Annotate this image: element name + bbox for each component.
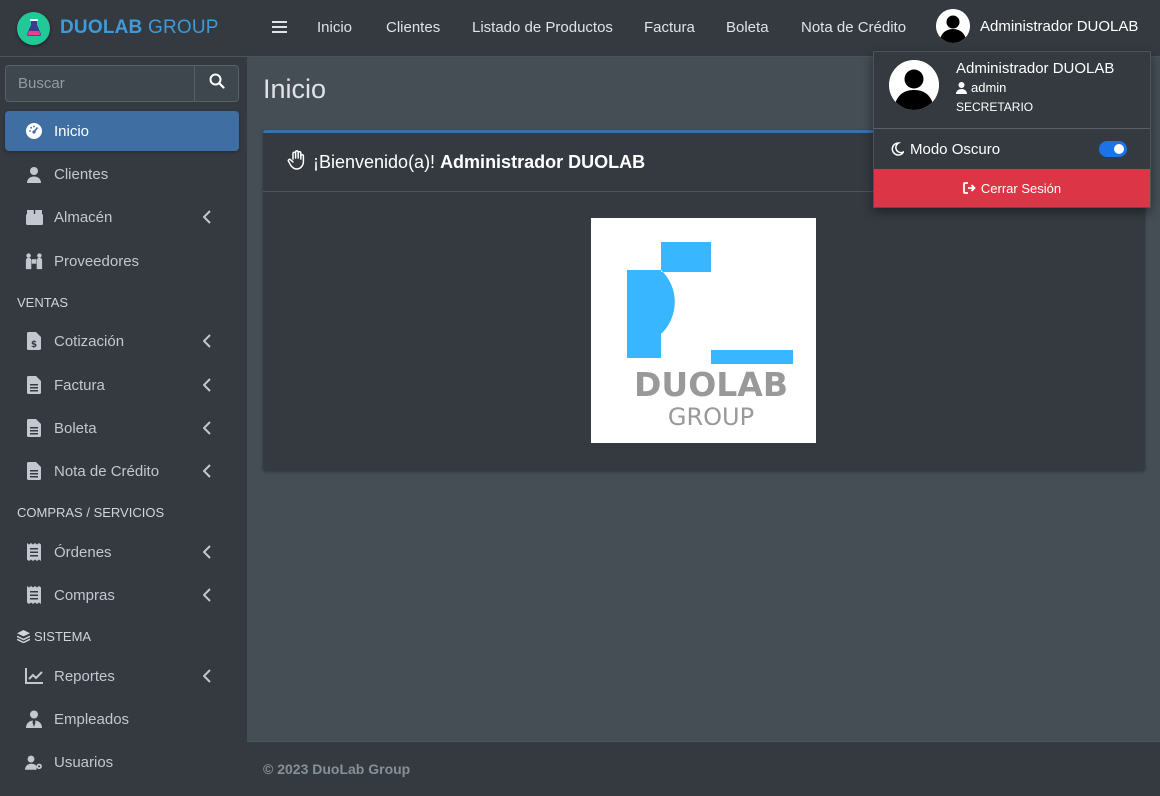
sidebar-item-cotizacion[interactable]: $ Cotización	[5, 321, 239, 361]
sidebar-item-label: Cotización	[54, 332, 125, 350]
sidebar-item-label: Boleta	[54, 419, 97, 437]
chevron-left-icon	[202, 421, 211, 439]
hamburger-menu-icon[interactable]	[272, 20, 287, 39]
layers-icon	[17, 630, 30, 643]
dark-mode-row: Modo Oscuro	[874, 129, 1150, 169]
chevron-left-icon	[202, 334, 211, 352]
sidebar-item-label: Reportes	[54, 667, 115, 685]
company-logo: DUOLAB GROUP	[591, 218, 816, 443]
user-icon	[25, 165, 43, 183]
file-alt-icon	[25, 376, 43, 394]
search-button[interactable]	[194, 65, 239, 102]
dashboard-icon	[25, 122, 43, 140]
profile-name: Administrador DUOLAB	[956, 60, 1115, 77]
hand-wave-icon	[287, 149, 307, 175]
sidebar-item-label: Factura	[54, 376, 105, 394]
sidebar-item-usuarios[interactable]: Usuarios	[5, 742, 239, 782]
sidebar-item-boleta[interactable]: Boleta	[5, 408, 239, 448]
logo-text-duolab: DUOLAB	[634, 365, 788, 404]
sidebar-item-label: Compras	[54, 586, 115, 604]
topnav-link-nota-credito[interactable]: Nota de Crédito	[801, 19, 906, 36]
file-alt-icon	[25, 419, 43, 437]
sidebar-search	[5, 65, 239, 102]
sidebar-item-almacen[interactable]: Almacén	[5, 197, 239, 237]
sidebar-item-inicio[interactable]: Inicio	[5, 111, 239, 151]
sidebar-item-factura[interactable]: Factura	[5, 365, 239, 405]
profile-role: SECRETARIO	[956, 100, 1034, 114]
topnav-link-boleta[interactable]: Boleta	[726, 19, 769, 36]
sidebar-item-reportes[interactable]: Reportes	[5, 656, 239, 696]
chevron-left-icon	[202, 545, 211, 563]
topnav-link-listado-productos[interactable]: Listado de Productos	[472, 19, 613, 36]
welcome-name: Administrador DUOLAB	[440, 151, 646, 172]
topnav-link-inicio[interactable]: Inicio	[317, 19, 352, 36]
chevron-left-icon	[202, 378, 211, 396]
receipt-icon	[25, 543, 43, 561]
chart-line-icon	[25, 667, 43, 685]
topnav-link-clientes[interactable]: Clientes	[386, 19, 440, 36]
brand-name: DUOLAB GROUP	[60, 17, 219, 38]
nav-header-compras-servicios: COMPRAS / SERVICIOS	[17, 505, 165, 520]
user-cog-icon	[25, 753, 43, 771]
user-icon	[956, 81, 967, 94]
invoice-dollar-icon: $	[25, 332, 43, 350]
sidebar-item-label: Órdenes	[54, 543, 112, 561]
chevron-left-icon	[202, 588, 211, 606]
sidebar-item-label: Almacén	[54, 208, 113, 226]
logout-button[interactable]: Cerrar Sesión	[874, 169, 1150, 207]
sidebar-item-label: Empleados	[54, 710, 130, 728]
sidebar-item-proveedores[interactable]: Proveedores	[5, 241, 239, 281]
user-dropdown-menu: Administrador DUOLAB admin SECRETARIO Mo…	[873, 51, 1151, 208]
sign-out-icon	[962, 182, 977, 194]
sidebar-item-nota-de-credito[interactable]: Nota de Crédito	[5, 451, 239, 491]
user-name: Administrador DUOLAB	[980, 17, 1139, 35]
sidebar: DUOLAB GROUP Inicio Clientes Almacén Pro…	[0, 0, 247, 796]
sidebar-item-ordenes[interactable]: Órdenes	[5, 532, 239, 572]
user-menu-toggle[interactable]: Administrador DUOLAB	[936, 9, 1138, 43]
moon-icon	[891, 142, 904, 156]
sidebar-item-label: Clientes	[54, 165, 109, 183]
dark-mode-toggle[interactable]	[1099, 141, 1127, 157]
nav-header-sistema: SISTEMA	[17, 629, 91, 644]
avatar	[936, 9, 970, 43]
avatar	[889, 60, 939, 110]
brand-link[interactable]: DUOLAB GROUP	[0, 0, 247, 57]
dark-mode-label: Modo Oscuro	[910, 140, 1001, 158]
sidebar-item-clientes[interactable]: Clientes	[5, 154, 239, 194]
logo-text-group: GROUP	[668, 403, 754, 431]
chevron-left-icon	[202, 669, 211, 687]
search-icon	[209, 73, 225, 94]
user-tie-icon	[25, 710, 43, 728]
top-navbar: Inicio Clientes Listado de Productos Fac…	[247, 0, 1160, 57]
chevron-left-icon	[202, 210, 211, 228]
people-carry-icon	[25, 252, 43, 270]
nav-header-ventas: VENTAS	[17, 295, 69, 310]
sidebar-item-label: Nota de Crédito	[54, 462, 160, 480]
sidebar-item-label: Proveedores	[54, 252, 140, 270]
topnav-link-factura[interactable]: Factura	[644, 19, 695, 36]
chevron-left-icon	[202, 464, 211, 482]
box-icon	[25, 208, 43, 226]
sidebar-item-compras[interactable]: Compras	[5, 575, 239, 615]
page-title: Inicio	[263, 74, 327, 104]
search-input[interactable]	[5, 65, 194, 102]
footer: © 2023 DuoLab Group	[247, 741, 1160, 796]
receipt-icon	[25, 586, 43, 604]
user-profile-panel: Administrador DUOLAB admin SECRETARIO	[874, 52, 1150, 129]
file-alt-icon	[25, 462, 43, 480]
flask-logo-icon	[17, 11, 50, 45]
profile-login: admin	[956, 80, 1114, 95]
sidebar-item-label: Inicio	[54, 122, 90, 140]
welcome-prefix: ¡Bienvenido(a)!	[313, 151, 436, 172]
svg-text:$: $	[31, 340, 37, 350]
sidebar-item-empleados[interactable]: Empleados	[5, 699, 239, 739]
sidebar-item-label: Usuarios	[54, 753, 114, 771]
